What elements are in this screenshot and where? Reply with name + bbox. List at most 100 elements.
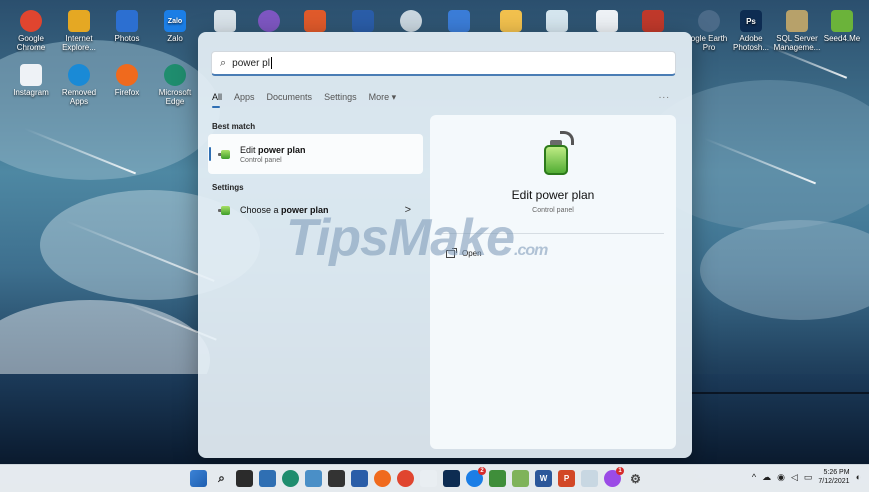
desktop-icon-top-6[interactable] <box>448 10 470 32</box>
folder-icon <box>68 10 90 32</box>
battery-icon[interactable]: ▭ <box>804 472 813 483</box>
search-input[interactable]: ⌕ power pl <box>211 51 676 76</box>
search-tabs: All Apps Documents Settings More ▾ <box>212 92 397 108</box>
snip-icon[interactable] <box>581 470 598 487</box>
desktop-icon-label: Zalo <box>167 34 183 43</box>
settings-icon[interactable]: ⚙ <box>627 470 644 487</box>
desktop-icon-top-9[interactable] <box>596 10 618 32</box>
desktop-icon-label: Removed Apps <box>61 88 97 106</box>
firefox-icon <box>116 64 138 86</box>
desktop-icon-zalo[interactable]: Zalo Zalo <box>150 10 200 43</box>
desktop-icon-top-3[interactable] <box>304 10 326 32</box>
desktop-icon-top-10[interactable] <box>642 10 664 32</box>
file-icon <box>20 64 42 86</box>
teams-icon[interactable] <box>305 470 322 487</box>
photoshop-icon: Ps <box>740 10 762 32</box>
desktop-icon-label: Photos <box>114 34 140 43</box>
desktop-icon-chrome[interactable]: Google Chrome <box>6 10 56 52</box>
desktop-icon-firefox[interactable]: Firefox <box>102 64 152 97</box>
wifi-icon[interactable]: ◉ <box>777 472 785 483</box>
watermark-text: TipsMake <box>286 209 515 267</box>
taskbar-apps: ⌕ 2 W P 1 ⚙ <box>190 467 644 487</box>
desktop-icon-seed4me[interactable]: Seed4.Me <box>817 10 867 43</box>
power-plan-icon <box>218 203 232 217</box>
desktop-icon-microsoft-edge[interactable]: Microsoft Edge <box>150 64 200 106</box>
tab-settings[interactable]: Settings <box>324 92 357 103</box>
zalo-icon: Zalo <box>164 10 186 32</box>
clock-date: 7/12/2021 <box>818 478 850 485</box>
best-match-heading: Best match <box>212 122 256 131</box>
system-tray: ^ ☁ ◉ ◁ ▭ 5:26 PM 7/12/2021 ◐ <box>752 468 861 486</box>
desktop-icon-label: SQL Server Manageme... <box>773 34 821 52</box>
desktop-icon-top-4[interactable] <box>352 10 374 32</box>
tab-more[interactable]: More ▾ <box>369 92 397 103</box>
excel-icon[interactable] <box>512 470 529 487</box>
power-plan-large-icon <box>534 131 576 179</box>
search-icon: ⌕ <box>220 56 227 69</box>
firefox-icon[interactable] <box>374 470 391 487</box>
store-icon[interactable] <box>328 470 345 487</box>
volume-icon[interactable]: ◁ <box>791 472 798 483</box>
desktop-icon-label: Internet Explore... <box>62 34 96 52</box>
messenger-icon[interactable]: 2 <box>466 467 486 487</box>
app-icon[interactable] <box>420 470 437 487</box>
detail-pane: Edit power plan Control panel Open <box>430 115 676 449</box>
word-icon[interactable]: W <box>535 470 552 487</box>
tab-apps[interactable]: Apps <box>234 92 255 103</box>
desktop-icon-top-7[interactable] <box>500 10 522 32</box>
google-earth-icon <box>698 10 720 32</box>
watermark: TipsMake.com <box>286 208 548 268</box>
text-caret <box>270 57 272 69</box>
search-query: power pl <box>232 57 270 69</box>
notes-icon[interactable] <box>489 470 506 487</box>
chrome-icon[interactable] <box>397 470 414 487</box>
desktop-icon-top-1[interactable] <box>214 10 236 32</box>
start-icon[interactable] <box>190 470 207 487</box>
tab-documents[interactable]: Documents <box>267 92 313 103</box>
sql-server-icon <box>786 10 808 32</box>
desktop-icon-label: Adobe Photosh... <box>732 34 770 52</box>
desktop-icon-label: Firefox <box>114 88 140 97</box>
desktop-icon-top-8[interactable] <box>546 10 568 32</box>
cloud-icon[interactable]: ☁ <box>762 472 771 483</box>
desktop-icon-label: ogle Earth Pro <box>690 34 728 52</box>
desktop-icon-top-5[interactable] <box>400 10 422 32</box>
chrome-icon <box>20 10 42 32</box>
desktop-icon-sql-server[interactable]: SQL Server Manageme... <box>772 10 822 52</box>
powerpoint-icon[interactable]: P <box>558 470 575 487</box>
notification-badge: 1 <box>616 467 624 475</box>
notification-icon[interactable]: ◐ <box>856 472 861 482</box>
edge-icon[interactable] <box>282 470 299 487</box>
clock[interactable]: 5:26 PM 7/12/2021 <box>818 468 849 486</box>
desktop-icon-top-2[interactable] <box>258 10 280 32</box>
desktop-icon-photoshop[interactable]: Ps Adobe Photosh... <box>726 10 776 52</box>
desktop-icon-removed-apps[interactable]: Removed Apps <box>54 64 104 106</box>
watermark-suffix: .com <box>514 242 548 259</box>
result-title: Edit power plan <box>240 144 306 155</box>
tab-all[interactable]: All <box>212 92 222 108</box>
desktop-icon-photos[interactable]: Photos <box>102 10 152 43</box>
mail-icon[interactable] <box>351 470 368 487</box>
taskbar: ⌕ 2 W P 1 ⚙ ^ ☁ ◉ ◁ ▭ 5:26 PM 7/12/2021 … <box>0 464 869 492</box>
desktop-icon-label: Instagram <box>13 88 49 97</box>
power-plan-icon <box>218 147 232 161</box>
seed4me-icon <box>831 10 853 32</box>
clock-time: 5:26 PM <box>823 469 850 476</box>
result-edit-power-plan[interactable]: Edit power plan Control panel <box>208 134 423 174</box>
search-icon[interactable]: ⌕ <box>213 470 230 487</box>
result-subtitle: Control panel <box>240 156 282 164</box>
desktop-icon-label: Seed4.Me <box>823 34 861 43</box>
desktop-icon-instagram[interactable]: Instagram <box>6 64 56 97</box>
edge-icon <box>164 64 186 86</box>
task-view-icon[interactable] <box>236 470 253 487</box>
more-options-icon[interactable]: ... <box>659 90 670 101</box>
desktop-icon-label: Microsoft Edge <box>158 88 192 106</box>
widgets-icon[interactable] <box>259 470 276 487</box>
messenger-icon-2[interactable]: 1 <box>604 467 624 487</box>
photoshop-icon[interactable] <box>443 470 460 487</box>
photos-icon <box>116 10 138 32</box>
chevron-up-icon[interactable]: ^ <box>752 472 756 482</box>
detail-title: Edit power plan <box>511 188 595 202</box>
desktop-icon-internet-explorer[interactable]: Internet Explore... <box>54 10 104 52</box>
notification-badge: 2 <box>478 467 486 475</box>
